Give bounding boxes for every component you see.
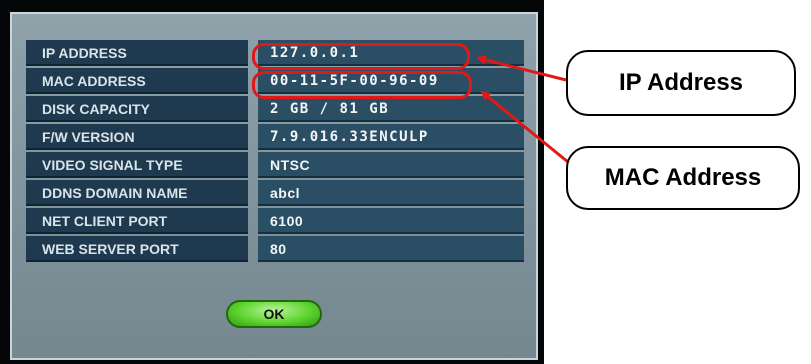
row-video-signal-type: VIDEO SIGNAL TYPE NTSC <box>26 152 524 178</box>
ip-address-callout: IP Address <box>566 50 796 116</box>
net-client-port-label: NET CLIENT PORT <box>26 208 248 234</box>
disk-capacity-value: 2 GB / 81 GB <box>258 96 524 122</box>
ok-button[interactable]: OK <box>226 300 322 328</box>
ip-address-highlight <box>252 43 470 70</box>
ip-address-label: IP ADDRESS <box>26 40 248 66</box>
mac-address-callout: MAC Address <box>566 146 800 210</box>
web-server-port-label: WEB SERVER PORT <box>26 236 248 262</box>
ddns-domain-name-value[interactable]: abcl <box>258 180 524 206</box>
fw-version-label: F/W VERSION <box>26 124 248 150</box>
fw-version-value: 7.9.016.33ENCULP <box>258 124 524 150</box>
row-net-client-port: NET CLIENT PORT 6100 <box>26 208 524 234</box>
video-signal-type-label: VIDEO SIGNAL TYPE <box>26 152 248 178</box>
disk-capacity-label: DISK CAPACITY <box>26 96 248 122</box>
row-web-server-port: WEB SERVER PORT 80 <box>26 236 524 262</box>
row-ddns-domain-name: DDNS DOMAIN NAME abcl <box>26 180 524 206</box>
row-fw-version: F/W VERSION 7.9.016.33ENCULP <box>26 124 524 150</box>
mac-address-label: MAC ADDRESS <box>26 68 248 94</box>
web-server-port-value[interactable]: 80 <box>258 236 524 262</box>
ddns-domain-name-label: DDNS DOMAIN NAME <box>26 180 248 206</box>
row-disk-capacity: DISK CAPACITY 2 GB / 81 GB <box>26 96 524 122</box>
video-signal-type-value: NTSC <box>258 152 524 178</box>
net-client-port-value[interactable]: 6100 <box>258 208 524 234</box>
mac-address-highlight <box>252 71 472 99</box>
